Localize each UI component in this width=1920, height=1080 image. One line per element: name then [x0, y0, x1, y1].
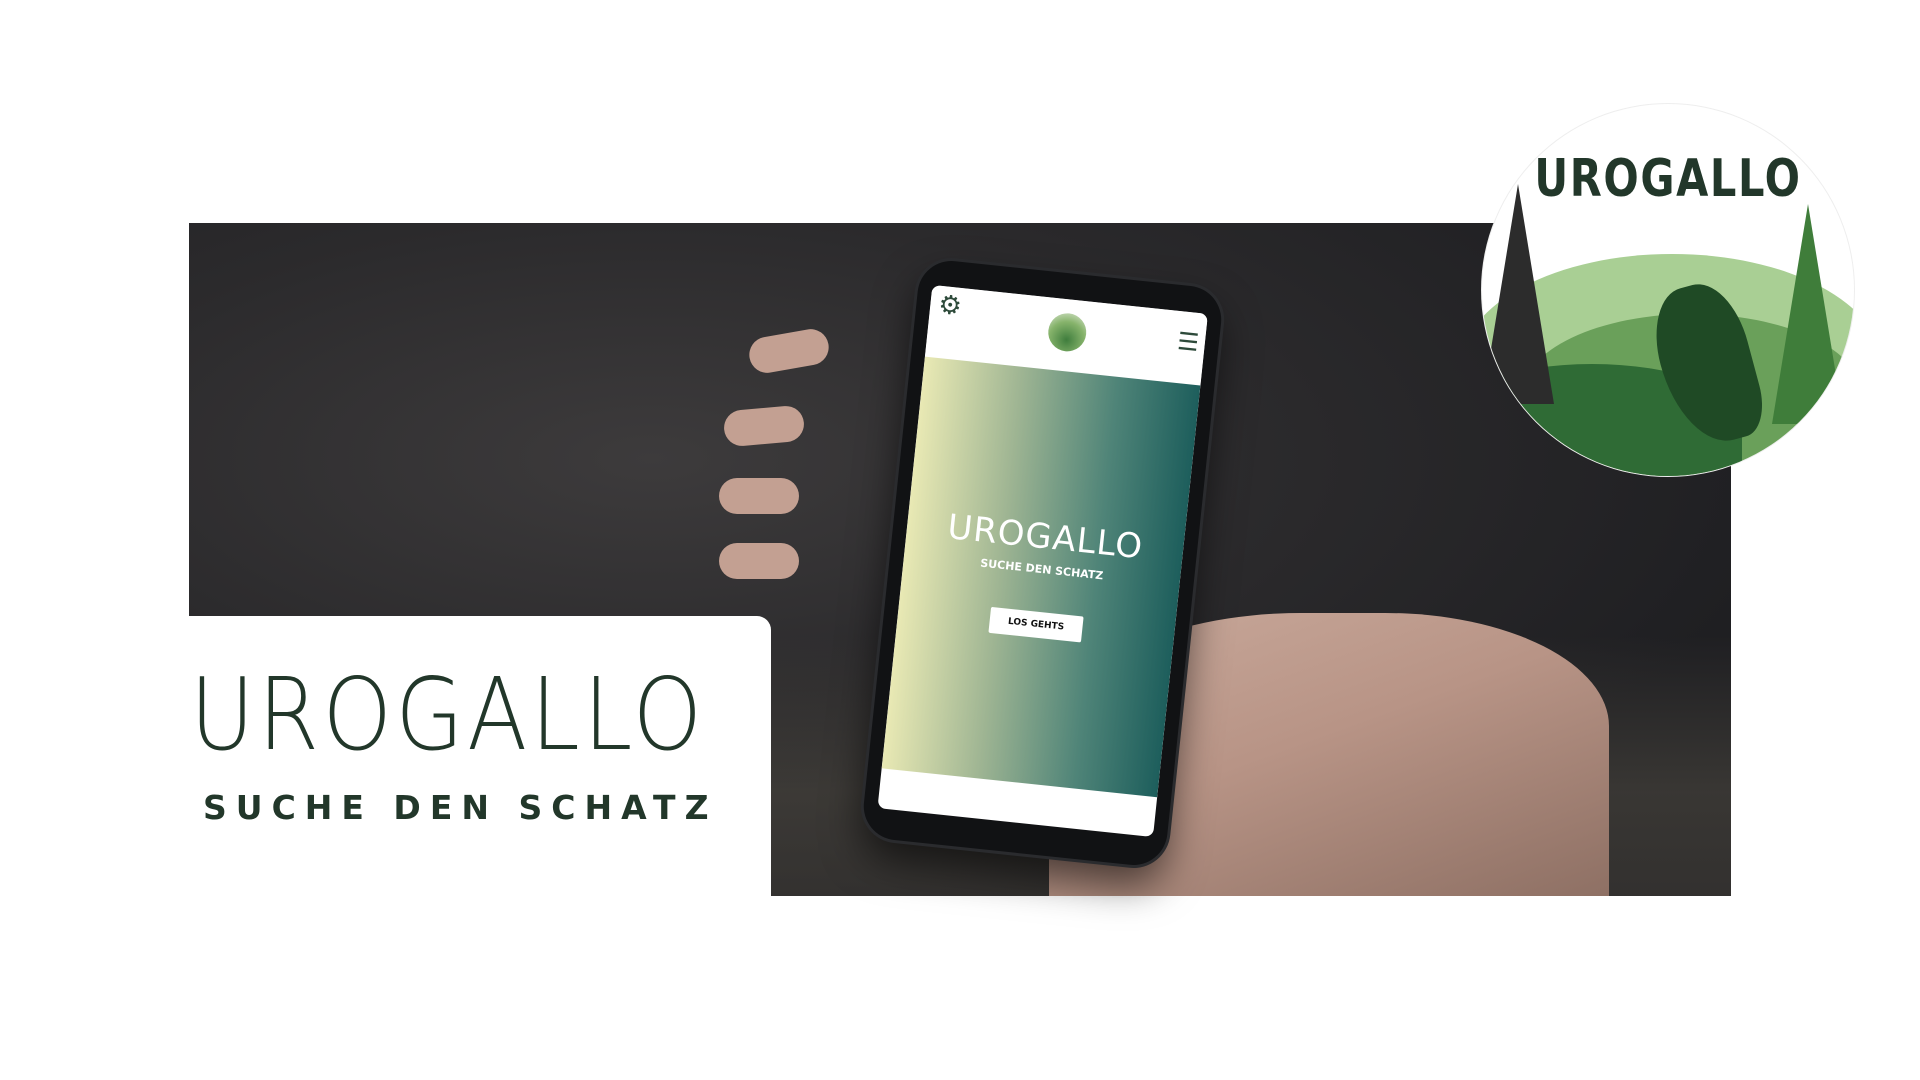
pine-tree-icon [1772, 204, 1844, 424]
phone-screen: ⚙ ☰ UROGALLO SUCHE DEN SCHATZ LOS GEHTS [877, 284, 1208, 838]
los-gehts-button[interactable]: LOS GEHTS [988, 606, 1084, 642]
brand-title: UROGALLO [190, 656, 706, 773]
hamburger-menu-icon[interactable]: ☰ [1176, 327, 1200, 357]
app-hero-title: UROGALLO [945, 506, 1145, 567]
finger [722, 404, 806, 448]
finger [719, 543, 799, 579]
app-hero: UROGALLO SUCHE DEN SCHATZ LOS GEHTS [881, 356, 1201, 798]
pine-tree-icon [1482, 184, 1554, 404]
gear-icon[interactable]: ⚙ [937, 290, 963, 322]
brand-tagline: SUCHE DEN SCHATZ [203, 788, 718, 827]
finger [719, 478, 799, 514]
app-logo [1045, 311, 1088, 354]
logo-text: UROGALLO [1534, 149, 1802, 209]
finger [746, 326, 832, 376]
smartphone-mockup: ⚙ ☰ UROGALLO SUCHE DEN SCHATZ LOS GEHTS [860, 257, 1225, 869]
urogallo-logo-badge: UROGALLO [1482, 104, 1854, 476]
